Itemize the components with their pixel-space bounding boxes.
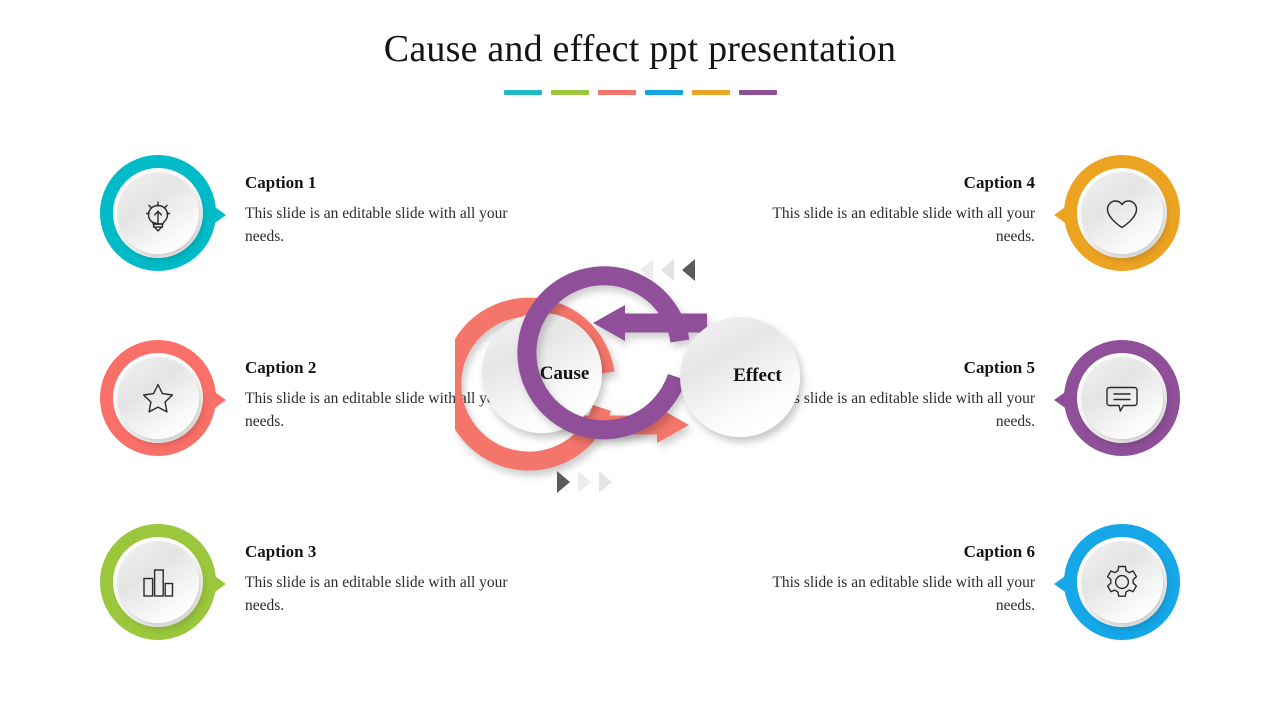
caption-block-caption-4: Caption 4 This slide is an editable slide… <box>765 173 1035 249</box>
marker-triangle-bottom-3 <box>599 471 612 493</box>
title-rule-segment-2 <box>550 90 589 95</box>
caption-body-caption-6: This slide is an editable slide with all… <box>772 574 1035 615</box>
star-icon <box>117 357 199 439</box>
title-rule-segment-1 <box>503 90 542 95</box>
caption-title-caption-6: Caption 6 <box>963 542 1035 561</box>
badge-pointer-caption-4 <box>1054 205 1068 225</box>
caption-title-caption-4: Caption 4 <box>963 173 1035 192</box>
gear-icon <box>1081 541 1163 623</box>
badge-caption-5[interactable] <box>1054 340 1180 456</box>
effect-node-label: Effect <box>733 365 782 386</box>
caption-body-caption-3: This slide is an editable slide with all… <box>245 574 508 615</box>
marker-group-top <box>640 259 695 281</box>
badge-caption-4[interactable] <box>1054 155 1180 271</box>
heart-icon <box>1081 172 1163 254</box>
cause-node-label: Cause <box>539 363 590 384</box>
marker-triangle-top-3 <box>682 259 695 281</box>
bar-chart-icon <box>117 541 199 623</box>
marker-triangle-top-2 <box>661 259 674 281</box>
badge-pointer-caption-6 <box>1054 574 1068 594</box>
badge-caption-3[interactable] <box>100 524 226 640</box>
caption-title-caption-3: Caption 3 <box>245 542 317 561</box>
caption-block-caption-6: Caption 6 This slide is an editable slide… <box>765 542 1035 618</box>
caption-block-caption-3: Caption 3 This slide is an editable slide… <box>245 542 515 618</box>
marker-group-bottom <box>557 471 612 493</box>
lightbulb-icon <box>117 172 199 254</box>
cause-effect-diagram: Cause Effect <box>455 255 830 505</box>
badge-caption-1[interactable] <box>100 155 226 271</box>
badge-pointer-caption-2 <box>212 390 226 410</box>
title-rule-segment-6 <box>738 90 777 95</box>
title-rule-segment-4 <box>644 90 683 95</box>
caption-body-caption-1: This slide is an editable slide with all… <box>245 205 508 246</box>
caption-title-caption-1: Caption 1 <box>245 173 317 192</box>
speech-bubble-icon <box>1081 357 1163 439</box>
badge-caption-2[interactable] <box>100 340 226 456</box>
title-rule-segment-3 <box>597 90 636 95</box>
caption-body-caption-4: This slide is an editable slide with all… <box>772 205 1035 246</box>
title-rule-segment-5 <box>691 90 730 95</box>
title-underline-rule <box>0 90 1280 95</box>
feature-caption-6: Caption 6 This slide is an editable slide… <box>760 524 1180 694</box>
badge-pointer-caption-3 <box>212 574 226 594</box>
badge-caption-6[interactable] <box>1054 524 1180 640</box>
marker-triangle-bottom-1 <box>557 471 570 493</box>
badge-pointer-caption-5 <box>1054 390 1068 410</box>
marker-triangle-bottom-2 <box>578 471 591 493</box>
marker-triangle-top-1 <box>640 259 653 281</box>
page-title: Cause and effect ppt presentation <box>383 28 897 70</box>
badge-pointer-caption-1 <box>212 205 226 225</box>
caption-block-caption-1: Caption 1 This slide is an editable slide… <box>245 173 515 249</box>
feature-caption-3: Caption 3 This slide is an editable slide… <box>100 524 520 694</box>
